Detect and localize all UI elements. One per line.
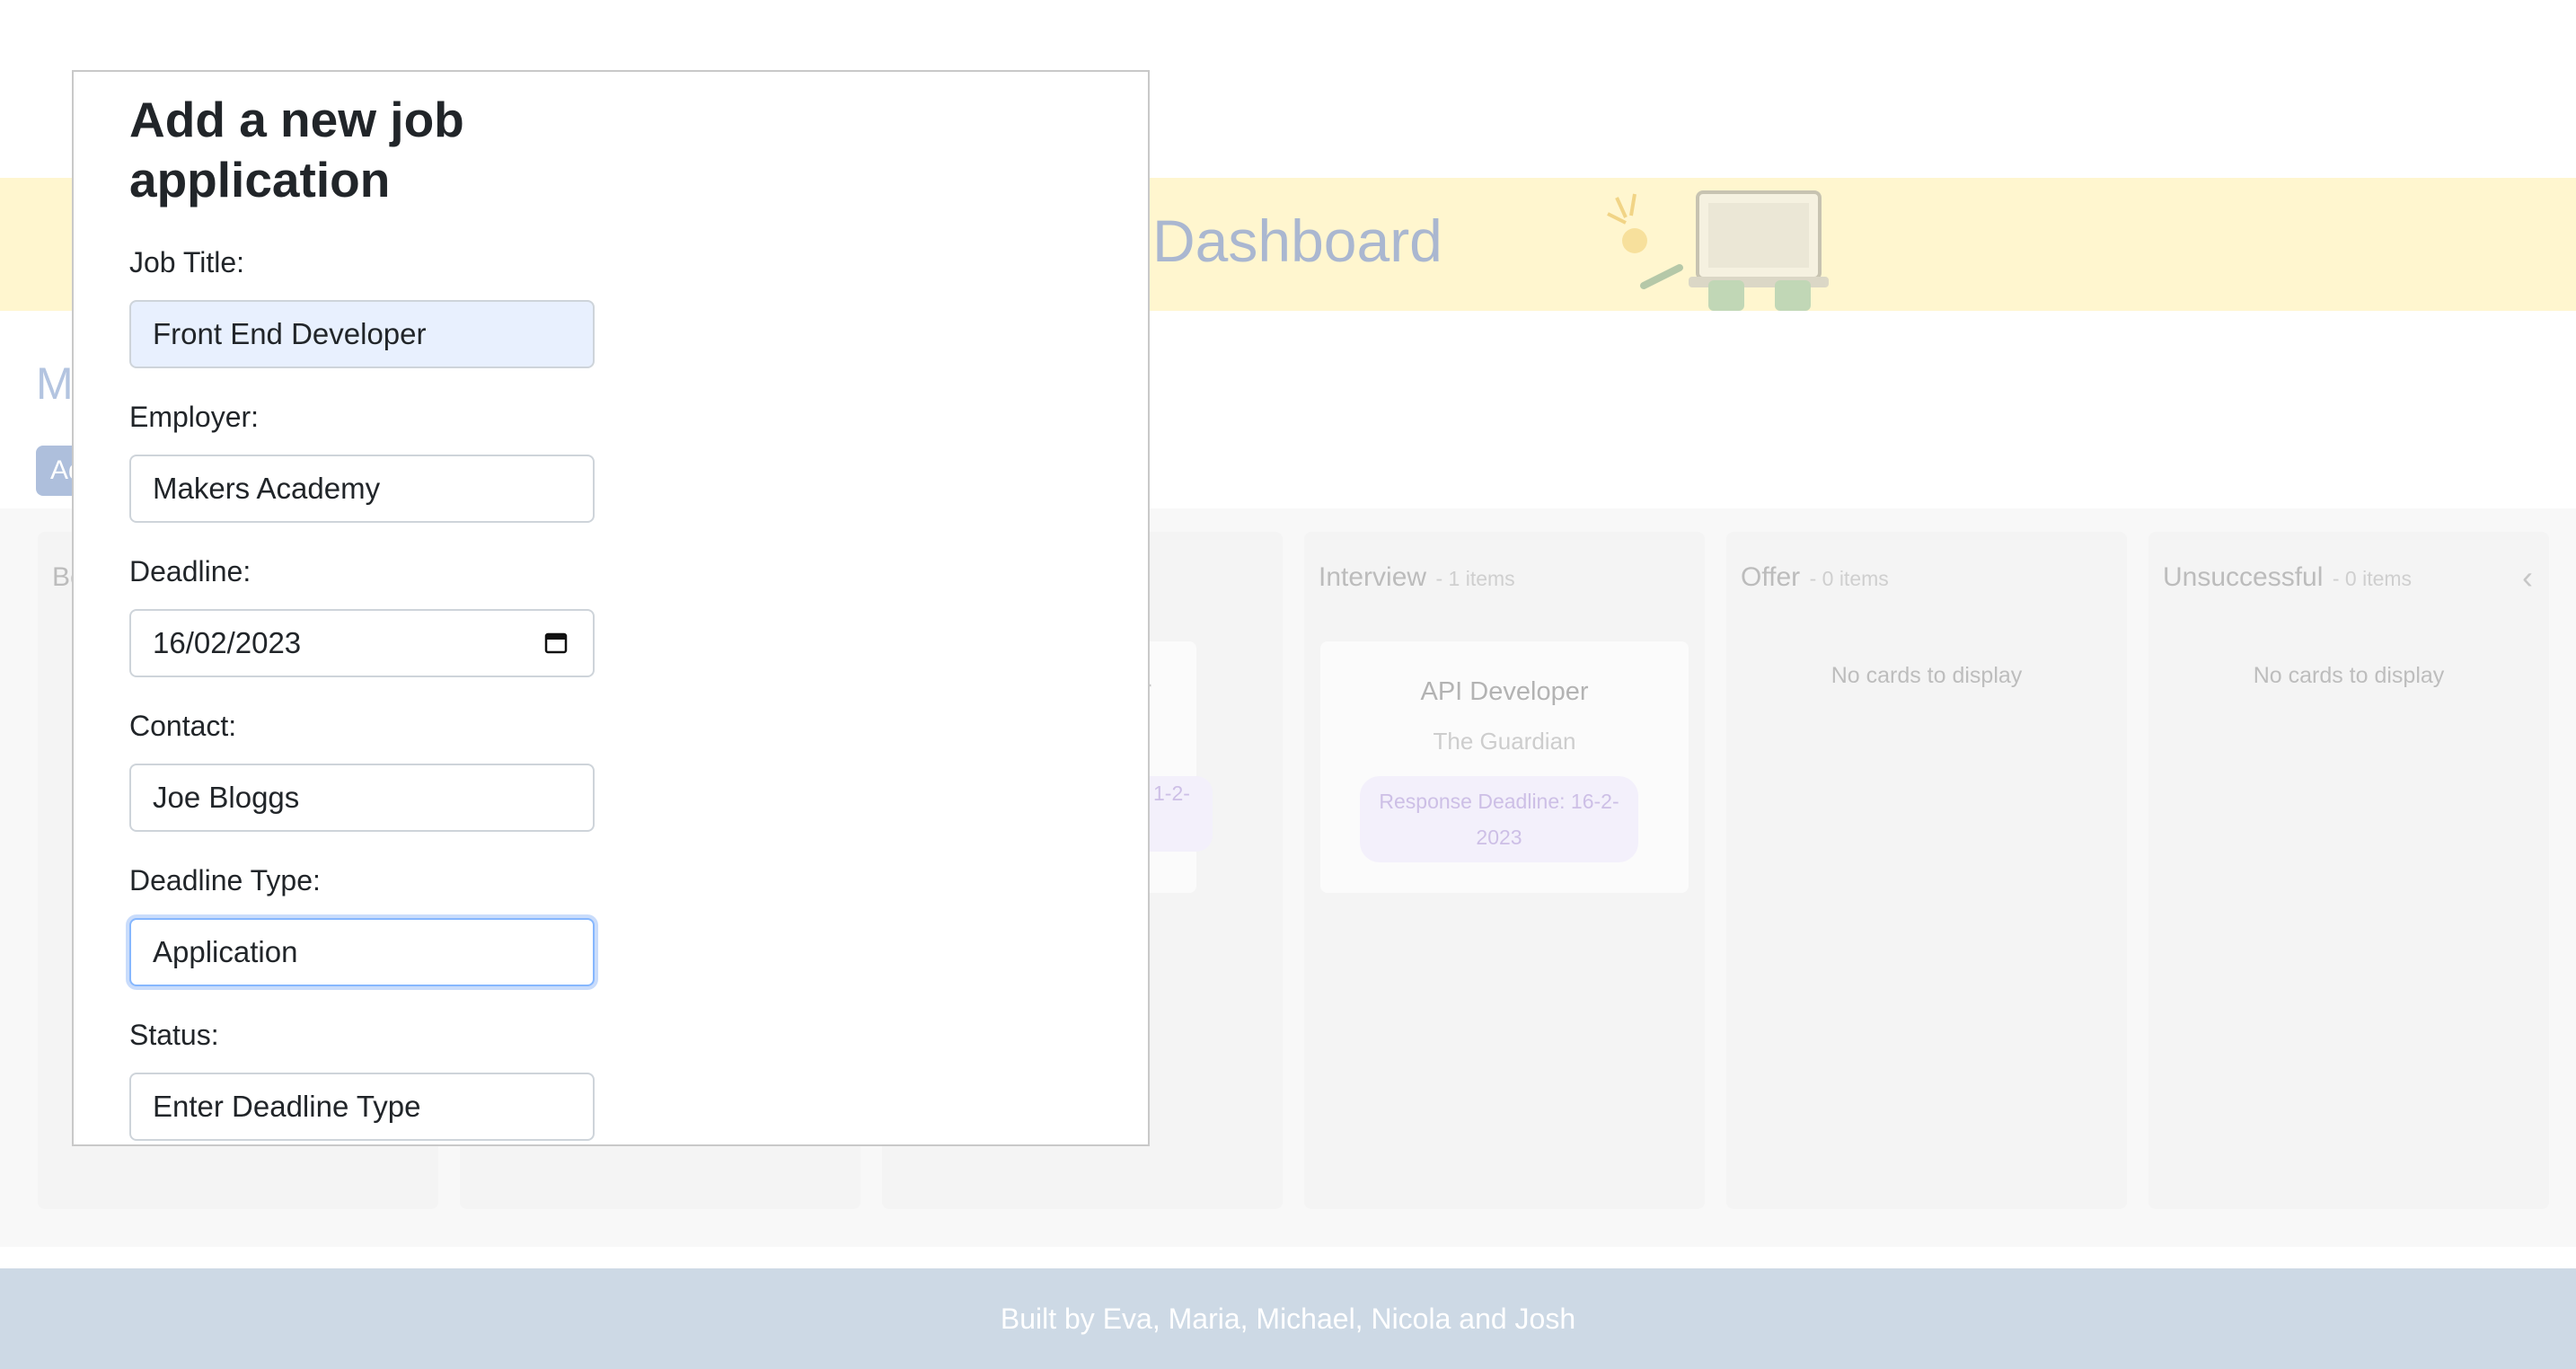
deadline-label: Deadline: [129,555,251,587]
status-label: Status: [129,1019,219,1051]
column-title: Unsuccessful [2163,562,2324,592]
employer-label: Employer: [129,401,260,433]
employer-input[interactable]: Makers Academy [129,455,595,523]
laptop-illustration [1607,190,1829,311]
modal-title: Add a new job application [129,92,464,208]
deadline-date-value: 16/02/2023 [153,626,302,659]
calendar-icon[interactable] [544,631,568,654]
column-count: - 1 items [1435,567,1515,590]
footer-credits: Built by Eva, Maria, Michael, Nicola and… [1000,1303,1576,1335]
job-card[interactable]: API Developer The Guardian Response Dead… [1320,641,1689,893]
job-card-title: API Developer [1420,677,1589,706]
chevron-left-icon[interactable]: ‹ [2522,559,2533,596]
column-title: Interview [1319,562,1427,592]
column-title: Offer [1741,562,1801,592]
page-heading: M [36,358,74,409]
column-count: - 0 items [2332,567,2413,590]
empty-message: No cards to display [2253,663,2445,688]
banner-title: Dashboard [1152,208,1442,274]
deadline-pill-text-fragment: 1-2- [1153,782,1190,805]
job-title-input[interactable]: Front End Developer [129,300,595,368]
contact-input[interactable]: Joe Bloggs [129,764,595,832]
contact-label: Contact: [129,710,237,742]
job-title-label: Job Title: [129,246,245,278]
deadline-date-input[interactable]: 16/02/2023 [129,609,595,677]
column-interview: Interview - 1 items API Developer The Gu… [1304,532,1705,1209]
empty-message: No cards to display [1831,663,2023,688]
deadline-type-label: Deadline Type: [129,864,321,896]
status-input[interactable]: Enter Deadline Type [129,1073,595,1141]
deadline-pill: Response Deadline: 16-2-2023 [1360,776,1638,862]
column-count: - 0 items [1809,567,1889,590]
job-card-employer: The Guardian [1433,728,1576,755]
add-job-modal: Add a new job application Job Title: Fro… [72,70,1150,1146]
column-unsuccessful: Unsuccessful - 0 items ‹ No cards to dis… [2148,532,2549,1209]
deadline-type-input[interactable]: Application [129,918,595,986]
column-offer: Offer - 0 items No cards to display [1726,532,2127,1209]
